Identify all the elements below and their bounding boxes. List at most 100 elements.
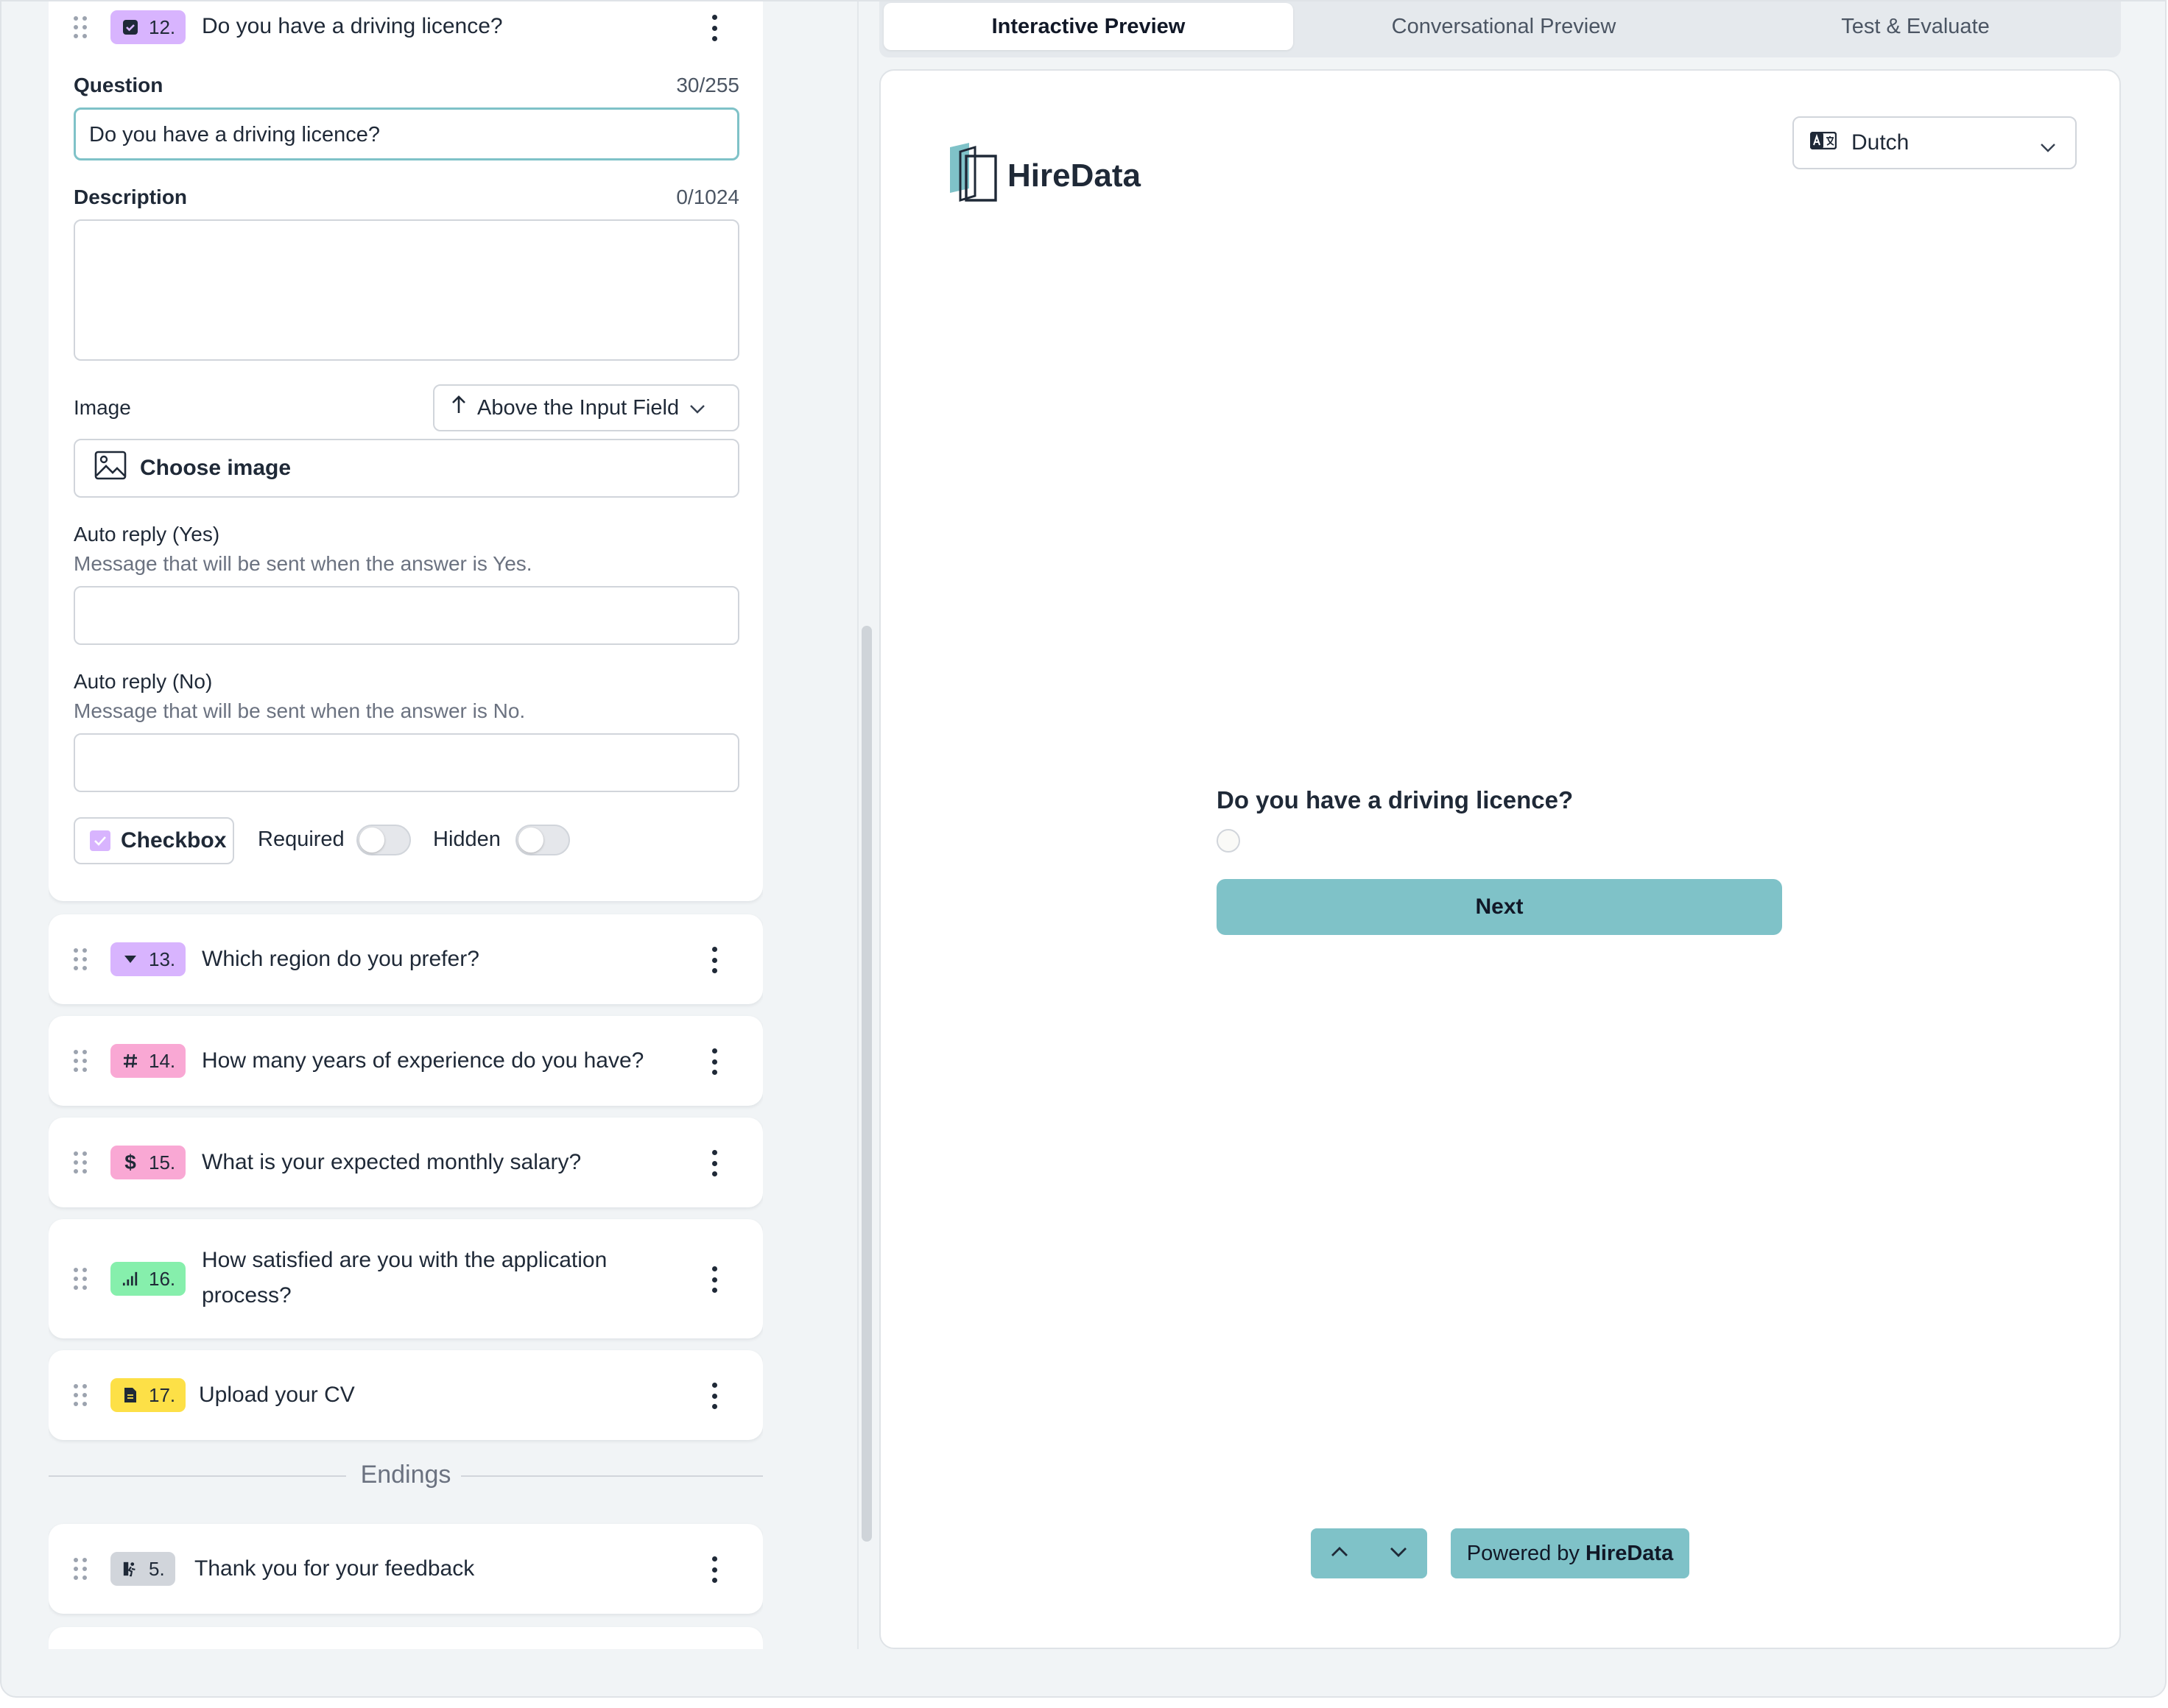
question-type-badge: 12. (110, 10, 186, 44)
drag-handle-icon[interactable] (74, 1151, 87, 1174)
required-toggle[interactable] (356, 825, 411, 855)
chevron-down-icon (1390, 1547, 1407, 1561)
auto-reply-yes-label: Auto reply (Yes) (74, 523, 220, 546)
ending-card-next[interactable] (49, 1627, 763, 1649)
hidden-label: Hidden (433, 827, 501, 851)
question-number: 13. (149, 947, 176, 970)
question-card-12: 12. Do you have a driving licence? Quest… (49, 1, 763, 901)
tab-interactive-preview[interactable]: Interactive Preview (884, 3, 1293, 50)
question-card-13[interactable]: 13. Which region do you prefer? (49, 914, 763, 1004)
preview-checkbox[interactable] (1217, 829, 1240, 853)
auto-reply-no-label: Auto reply (No) (74, 670, 213, 693)
ending-type-badge: 5. (110, 1552, 175, 1586)
drag-handle-icon[interactable] (74, 948, 87, 970)
powered-by-badge[interactable]: Powered by HireData (1451, 1528, 1689, 1578)
preview-question: Do you have a driving licence? (1217, 786, 1574, 814)
question-type-badge: 17. (110, 1378, 186, 1412)
chevron-down-icon (2040, 134, 2056, 159)
dropdown-icon (122, 951, 138, 967)
question-number: 12. (149, 15, 176, 38)
drag-handle-icon[interactable] (74, 1384, 87, 1406)
auto-reply-no-help: Message that will be sent when the answe… (74, 699, 526, 722)
description-char-count: 0/1024 (676, 186, 739, 208)
language-value: Dutch (1851, 130, 1910, 155)
image-position-value: Above the Input Field (477, 395, 680, 420)
scrollbar[interactable] (862, 626, 872, 1542)
next-button[interactable]: Next (1217, 879, 1782, 935)
ending-title: Thank you for your feedback (194, 1556, 475, 1581)
more-options-icon[interactable] (710, 15, 719, 41)
question-title-line1: How satisfied are you with the applicati… (202, 1248, 608, 1272)
auto-reply-yes-help: Message that will be sent when the answe… (74, 552, 532, 575)
question-card-14[interactable]: 14. How many years of experience do you … (49, 1016, 763, 1106)
drag-handle-icon[interactable] (74, 1050, 87, 1072)
question-title[interactable]: Do you have a driving licence? (202, 9, 503, 44)
exit-icon (122, 1561, 138, 1577)
endings-divider: Endings (49, 1458, 763, 1494)
more-options-icon[interactable] (710, 1556, 719, 1583)
question-type-badge: $ 15. (110, 1146, 186, 1179)
question-card-16[interactable]: 16. How satisfied are you with the appli… (49, 1219, 763, 1338)
question-nav (1311, 1528, 1427, 1578)
question-type-badge: 13. (110, 942, 186, 976)
more-options-icon[interactable] (710, 1383, 719, 1409)
hash-icon (122, 1053, 138, 1069)
checkbox-icon (122, 19, 138, 35)
previous-question-button[interactable] (1311, 1528, 1368, 1578)
brand-name: HireData (1007, 157, 1141, 194)
rating-bars-icon (122, 1271, 138, 1287)
language-select[interactable]: Dutch (1792, 116, 2077, 169)
drag-handle-icon[interactable] (74, 16, 87, 38)
question-title: Upload your CV (199, 1383, 355, 1407)
question-title-line2: process? (202, 1283, 292, 1308)
logo-icon (948, 141, 997, 210)
file-icon (122, 1387, 138, 1403)
question-card-15[interactable]: $ 15. What is your expected monthly sala… (49, 1118, 763, 1207)
choose-image-label: Choose image (140, 456, 292, 480)
image-label: Image (74, 396, 131, 419)
question-input-value: Do you have a driving licence? (89, 123, 380, 147)
powered-by-brand: HireData (1585, 1541, 1674, 1565)
powered-by-prefix: Powered by (1466, 1541, 1580, 1565)
auto-reply-yes-input[interactable] (74, 586, 739, 645)
question-title: What is your expected monthly salary? (202, 1150, 582, 1174)
hidden-toggle[interactable] (515, 825, 570, 855)
question-type-label: Checkbox (121, 828, 227, 853)
auto-reply-no-input[interactable] (74, 733, 739, 792)
required-label: Required (258, 827, 345, 851)
more-options-icon[interactable] (710, 947, 719, 973)
app-window: 12. Do you have a driving licence? Quest… (0, 0, 2167, 1698)
ending-card-5[interactable]: 5. Thank you for your feedback (49, 1524, 763, 1614)
question-number: 15. (149, 1151, 176, 1174)
drag-handle-icon[interactable] (74, 1558, 87, 1580)
choose-image-button[interactable]: Choose image (74, 439, 739, 498)
question-type-badge: 16. (110, 1262, 186, 1296)
dollar-icon: $ (124, 1151, 136, 1174)
endings-label: Endings (360, 1461, 451, 1489)
language-icon (1809, 130, 1837, 155)
more-options-icon[interactable] (710, 1150, 719, 1176)
tab-conversational-preview[interactable]: Conversational Preview (1299, 3, 1708, 50)
next-question-button[interactable] (1370, 1528, 1427, 1578)
drag-handle-icon[interactable] (74, 1268, 87, 1290)
question-card-17[interactable]: 17. Upload your CV (49, 1350, 763, 1440)
more-options-icon[interactable] (710, 1266, 719, 1293)
image-position-select[interactable]: Above the Input Field (433, 384, 739, 431)
question-type-badge: 14. (110, 1044, 186, 1078)
question-title: Which region do you prefer? (202, 947, 479, 971)
description-textarea[interactable] (74, 219, 739, 361)
preview-frame: HireData Dutch Do you have a driving lic… (879, 69, 2121, 1649)
arrow-up-icon (451, 395, 467, 420)
ending-number: 5. (149, 1557, 165, 1580)
preview-tabs: Interactive Preview Conversational Previ… (879, 1, 2121, 57)
question-label: Question (74, 74, 163, 96)
question-input[interactable]: Do you have a driving licence? (74, 107, 739, 160)
panel-divider (857, 1, 859, 1649)
chevron-down-icon (689, 396, 705, 420)
brand-logo: HireData (948, 141, 1141, 210)
tab-test-evaluate[interactable]: Test & Evaluate (1714, 3, 2116, 50)
checkbox-icon (90, 830, 110, 851)
more-options-icon[interactable] (710, 1048, 719, 1075)
question-type-button[interactable]: Checkbox (74, 817, 234, 864)
question-number: 17. (149, 1383, 176, 1406)
